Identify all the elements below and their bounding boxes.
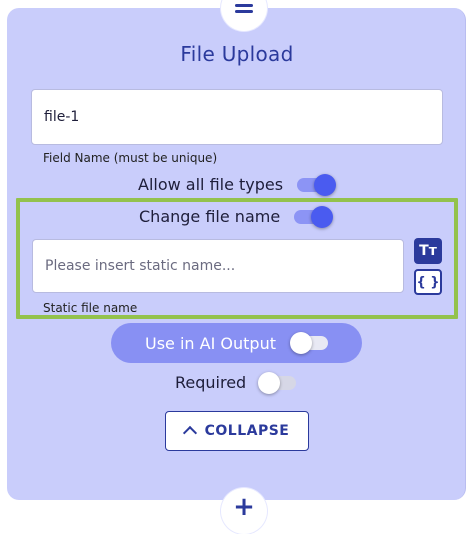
menu-icon <box>235 4 253 16</box>
drag-handle[interactable] <box>221 0 267 31</box>
allow-all-file-types-toggle[interactable] <box>297 173 337 196</box>
plus-icon: + <box>233 492 255 522</box>
change-file-name-label: Change file name <box>139 207 281 226</box>
chevron-up-icon <box>182 425 197 441</box>
static-file-name-input[interactable]: Please insert static name... <box>32 239 404 293</box>
change-file-name-toggle[interactable] <box>294 205 334 228</box>
use-in-ai-output-toggle[interactable] <box>289 332 328 354</box>
required-label: Required <box>175 373 247 392</box>
use-in-ai-output-label: Use in AI Output <box>145 333 276 353</box>
use-in-ai-output-pill[interactable]: Use in AI Output <box>111 323 362 363</box>
collapse-label: COLLAPSE <box>204 423 290 439</box>
allow-all-file-types-label: Allow all file types <box>138 175 284 194</box>
change-file-name-row: Change file name <box>139 205 334 228</box>
static-file-name-helper: Static file name <box>43 301 138 315</box>
collapse-button[interactable]: COLLAPSE <box>165 411 309 451</box>
card-title: File Upload <box>180 42 294 66</box>
required-row: Required <box>175 371 297 394</box>
curly-braces-icon[interactable]: { } <box>414 269 442 295</box>
field-name-helper: Field Name (must be unique) <box>43 151 218 165</box>
add-field-button[interactable]: + <box>221 488 267 534</box>
text-format-icon[interactable]: Tт <box>414 238 442 264</box>
field-name-input[interactable]: file-1 <box>31 89 443 145</box>
allow-all-file-types-row: Allow all file types <box>138 173 337 196</box>
required-toggle[interactable] <box>258 371 297 394</box>
